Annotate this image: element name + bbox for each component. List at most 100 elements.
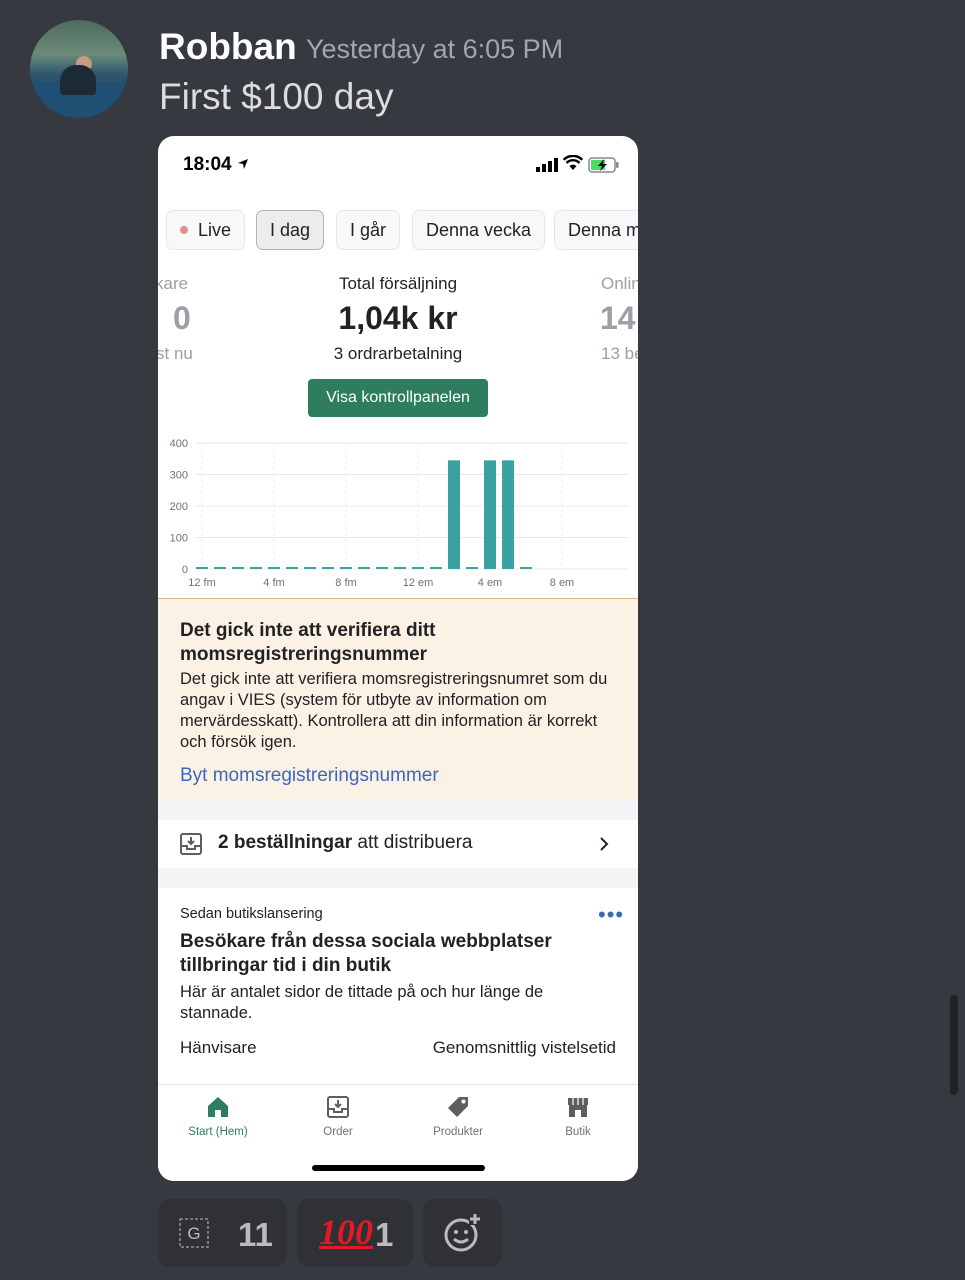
chart-bar [250, 567, 262, 569]
order-download-icon [327, 1096, 349, 1118]
view-dashboard-button[interactable]: Visa kontrollpanelen [308, 379, 488, 417]
reaction-100[interactable]: 100 1 [297, 1199, 413, 1267]
chart-bar [484, 460, 496, 569]
chart-bar [304, 567, 316, 569]
section-divider [158, 868, 638, 888]
chart-bar [322, 567, 334, 569]
metric-total-sales-sub: 3 ordrarbetalning [333, 344, 463, 363]
orders-to-fulfill-text: 2 beställningar att distribuera [218, 832, 473, 854]
chart-y-tick-label: 100 [170, 533, 188, 545]
tabbar-home[interactable]: Start (Hem) [158, 1095, 278, 1138]
tab-this-week[interactable]: Denna vecka [412, 210, 546, 250]
tab-this-month[interactable]: Denna m [554, 210, 638, 250]
tab-label: Denna vecka [426, 220, 532, 240]
tab-today[interactable]: I dag [256, 210, 325, 250]
chart-y-tick-label: 200 [170, 501, 188, 513]
banner-title: Det gick inte att verifiera ditt momsreg… [180, 620, 436, 665]
fulfill-tray-icon [180, 833, 202, 855]
chart-x-tick-label: 4 fm [263, 577, 284, 589]
metric-online-value: 14 [600, 300, 636, 336]
phone-status-bar: 18:04 [158, 136, 638, 194]
banner-body: Det gick inte att verifiera momsregistre… [180, 670, 608, 751]
store-icon [568, 1098, 588, 1117]
tab-label: Live [198, 220, 232, 240]
message-text: First $100 day [159, 76, 394, 117]
metric-online-label: Onlin [601, 274, 638, 293]
card-body: Här är antalet sidor de tittade på och h… [180, 983, 544, 1022]
metric-total-sales-value[interactable]: 1,04k kr [158, 300, 638, 337]
change-vat-number-link[interactable]: Byt momsregistreringsnummer [180, 765, 439, 787]
section-divider [158, 800, 638, 820]
more-options-icon[interactable]: ••• [598, 902, 624, 928]
chart-x-tick-label: 8 em [550, 577, 574, 589]
tab-label: I dag [270, 220, 311, 240]
tag-icon [448, 1097, 468, 1117]
hundred-points-emoji-icon: 100 [319, 1212, 373, 1252]
tabbar-products[interactable]: Produkter [398, 1095, 518, 1138]
date-range-tabs: Live I dag I går Denna vecka Denna m [158, 210, 638, 252]
status-time: 18:04 [183, 154, 249, 176]
chart-y-tick-label: 0 [182, 564, 188, 576]
column-header-avg-time: Genomsnittlig vistelsetid [432, 1038, 616, 1057]
reaction-count: 1 [375, 1216, 394, 1253]
reaction-emoji-text: G [187, 1224, 200, 1243]
tabbar-store[interactable]: Butik [518, 1095, 638, 1138]
chart-y-tick-label: 400 [170, 438, 188, 450]
scrollbar[interactable] [950, 995, 958, 1095]
chart-bar [502, 460, 514, 569]
tabbar-orders[interactable]: Order [278, 1095, 398, 1138]
cellular-signal-icon [536, 158, 558, 172]
message-timestamp: Yesterday at 6:05 PM [306, 34, 564, 64]
tab-label: I går [350, 220, 387, 240]
tab-label: Denna m [568, 220, 638, 240]
vat-warning-banner: Det gick inte att verifiera ditt momsreg… [158, 598, 638, 801]
chart-bar [232, 567, 244, 569]
reaction-g[interactable]: G 11 [158, 1199, 287, 1267]
add-reaction-button[interactable] [423, 1199, 502, 1267]
sales-bar-chart: 0 100 200 300 400 12 fm 4 fm 8 fm 12 em 4 em 8 em [170, 438, 628, 589]
social-referrers-card: Sedan butikslansering ••• Besökare från … [158, 888, 638, 1084]
tab-yesterday[interactable]: I går [336, 210, 401, 250]
chart-x-tick-label: 12 fm [188, 577, 216, 589]
user-avatar[interactable] [30, 20, 128, 118]
tabbar-label: Produkter [433, 1126, 483, 1138]
tabbar-label: Start (Hem) [188, 1126, 248, 1138]
chart-bar [286, 567, 298, 569]
wifi-icon [563, 155, 583, 170]
card-eyebrow: Sedan butikslansering [180, 906, 323, 922]
avatar-figure [60, 65, 96, 95]
tab-live[interactable]: Live [166, 210, 246, 250]
chart-y-tick-label: 300 [170, 470, 188, 482]
chart-bar [412, 567, 424, 569]
chart-bar [196, 567, 208, 569]
chart-bar [466, 567, 478, 569]
metric-online-sub: 13 be [601, 344, 638, 363]
battery-charging-icon [588, 157, 619, 173]
orders-count: 2 beställningar [218, 832, 353, 853]
chart-bar [358, 567, 370, 569]
chart-x-tick-label: 12 em [403, 577, 434, 589]
orders-rest: att distribuera [352, 832, 473, 853]
card-title: Besökare från dessa sociala webbplatser … [180, 931, 552, 976]
chart-bar [268, 567, 280, 569]
chart-bar [448, 460, 460, 569]
live-indicator-icon [180, 226, 188, 234]
chart-bar [214, 567, 226, 569]
column-header-referrer: Hänvisare [180, 1038, 257, 1057]
chart-bar [376, 567, 388, 569]
chart-x-tick-label: 4 em [478, 577, 502, 589]
chart-bar [340, 567, 352, 569]
reaction-count: 11 [238, 1216, 273, 1253]
orders-to-fulfill-row[interactable]: 2 beställningar att distribuera [158, 820, 638, 869]
status-time-text: 18:04 [183, 154, 232, 175]
add-reaction-icon [444, 1213, 481, 1252]
chart-bar [430, 567, 442, 569]
chevron-right-icon [600, 837, 609, 851]
metric-total-sales-label: Total försäljning [338, 274, 458, 293]
chart-bar [520, 567, 532, 569]
username[interactable]: Robban [159, 26, 297, 68]
custom-g-emoji-icon: G [179, 1218, 209, 1248]
tabbar-label: Butik [565, 1126, 591, 1138]
home-icon [208, 1097, 228, 1117]
attached-screenshot[interactable]: 18:04 Live I dag I går Denna vecka Denna… [158, 136, 638, 1181]
